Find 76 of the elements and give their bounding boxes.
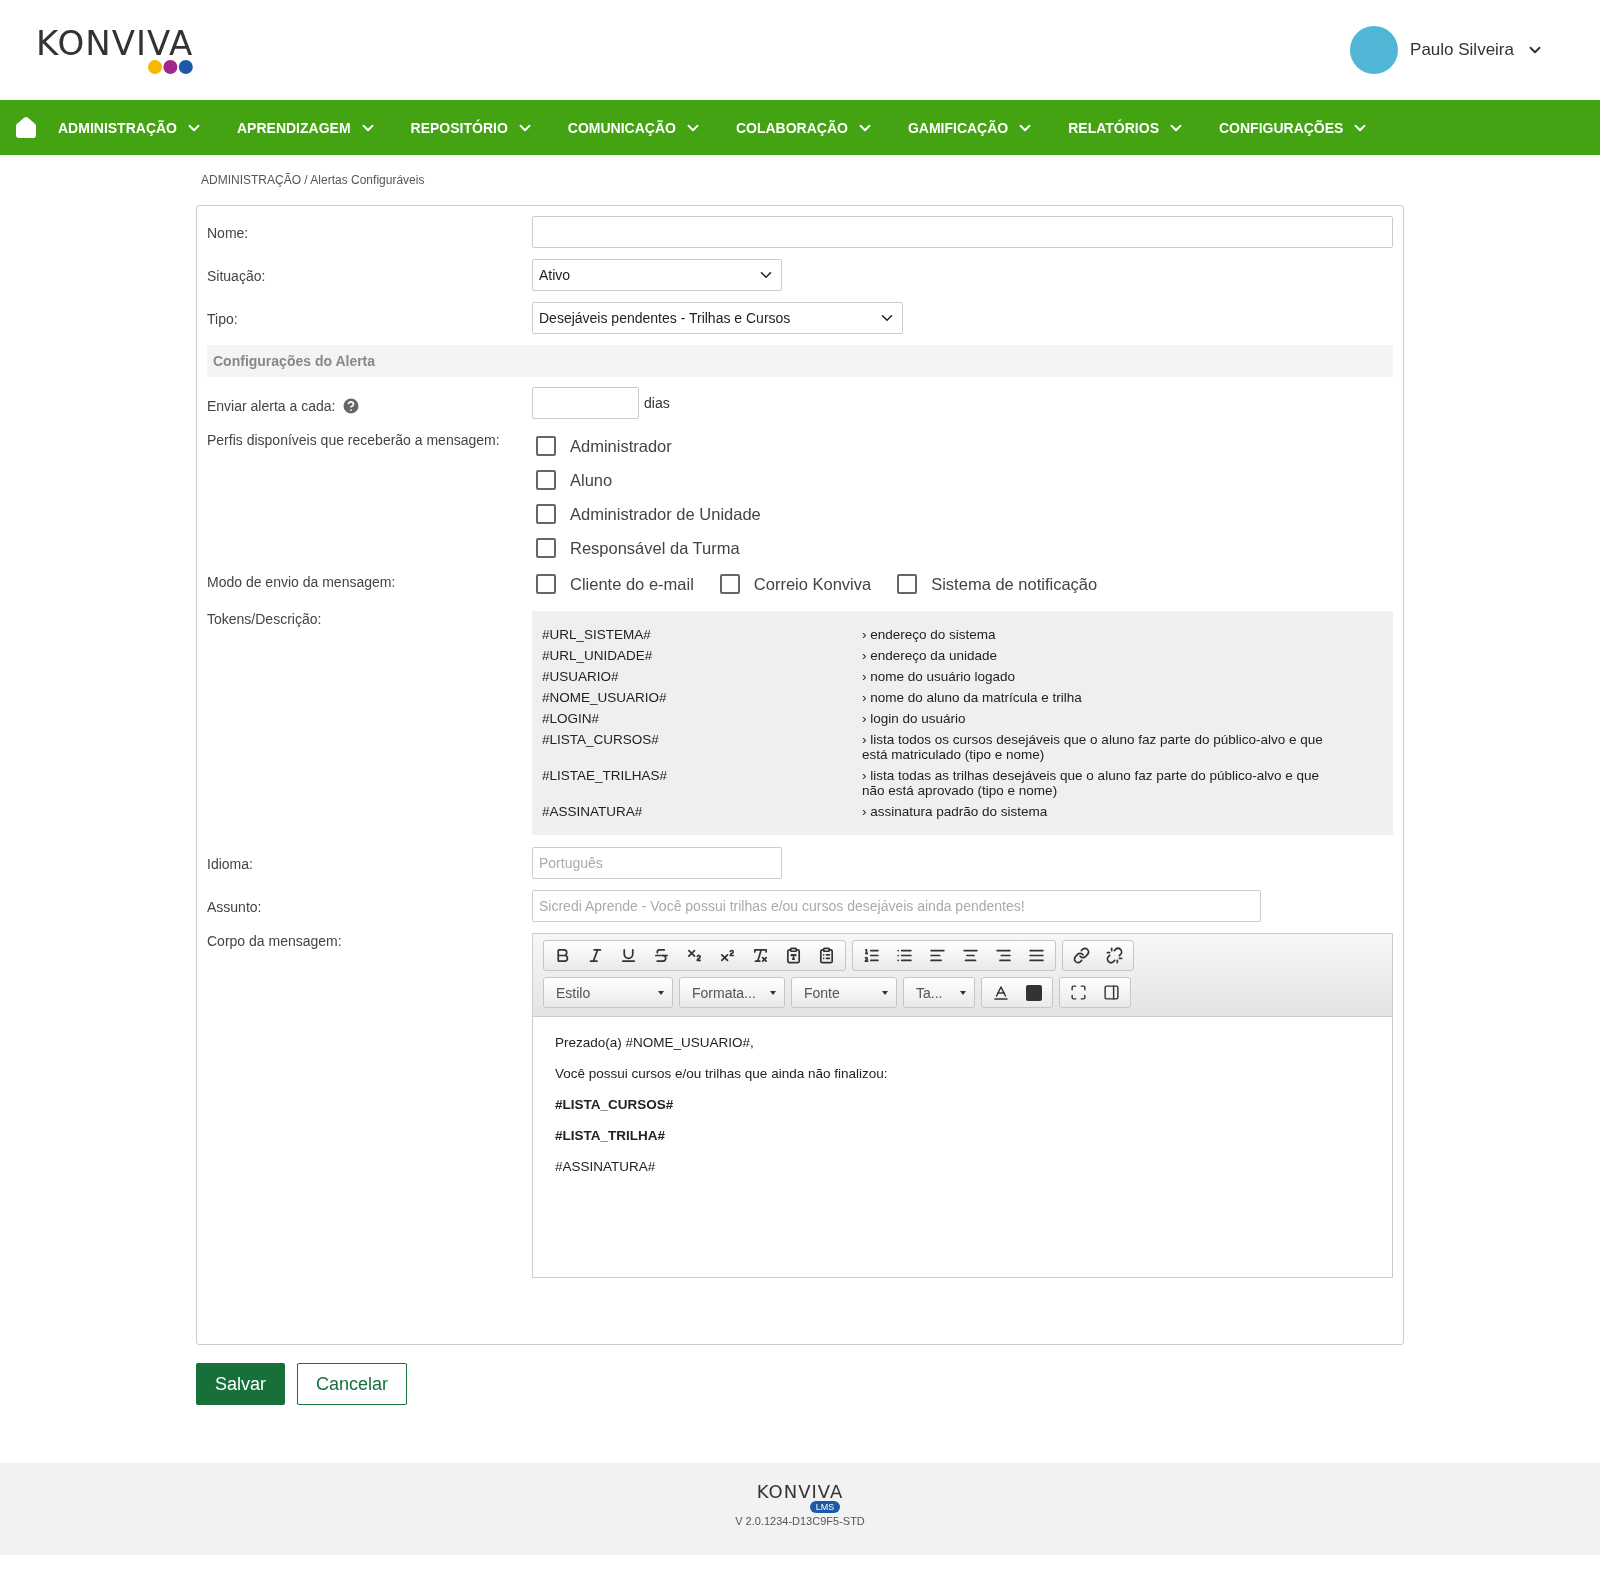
message-line: Você possui cursos e/ou trilhas que ainda não finalizou: xyxy=(555,1066,889,1081)
field-label: Corpo da mensagem: xyxy=(207,933,343,949)
help-icon[interactable] xyxy=(341,396,362,416)
checkbox[interactable] xyxy=(536,538,556,558)
token-name: #LISTAE_TRILHAS# xyxy=(542,768,669,785)
nav-menu-item[interactable]: COMUNICAÇÃO xyxy=(553,118,716,137)
field-label: Tokens/Descrição: xyxy=(207,611,323,627)
days-field[interactable] xyxy=(532,387,639,419)
unit-label: dias xyxy=(644,395,670,411)
checkbox[interactable] xyxy=(536,574,556,594)
token-description: › lista todas as trilhas desejáveis que o aluno faz parte do público-alvo e que não está aprovado (tipo e nome) xyxy=(862,768,1321,798)
token-name: #USUARIO# xyxy=(542,669,620,684)
message-line: #LISTA_TRILHA# xyxy=(555,1128,666,1143)
logo-text: KONVIVA xyxy=(36,26,194,60)
checkbox-label: Administrador de Unidade xyxy=(570,504,761,524)
token-description: › endereço do sistema xyxy=(862,627,997,642)
token-name: #ASSINATURA# xyxy=(542,804,644,819)
token-description: › nome do aluno da matrícula e trilha xyxy=(862,690,1083,705)
checkbox-label: Responsável da Turma xyxy=(570,538,740,558)
nav-menu-item[interactable]: RELATÓRIOS xyxy=(1054,118,1199,137)
checkbox-label: Cliente do e-mail xyxy=(570,574,694,594)
token-name: #NOME_USUARIO# xyxy=(542,690,668,705)
token-description: › endereço da unidade xyxy=(862,648,999,663)
home-icon[interactable] xyxy=(14,115,38,140)
field-label: Nome: xyxy=(207,224,250,241)
nav-menu-item[interactable]: COLABORAÇÃO xyxy=(721,118,888,137)
nav-menu-item[interactable]: ADMINISTRAÇÃO xyxy=(44,118,217,137)
cancel-button[interactable]: Cancelar xyxy=(297,1363,408,1405)
nav-menu-item[interactable]: CONFIGURAÇÕES xyxy=(1205,118,1384,137)
token-description: › lista todos os cursos desejáveis que o aluno faz parte do público-alvo e que está matriculado (tipo e nome) xyxy=(862,732,1324,762)
subject-field[interactable]: Sicredi Aprende - Você possui trilhas e/ou cursos desejáveis ainda pendentes! xyxy=(532,890,1261,922)
footer-logo-text: KONVIVA xyxy=(756,1483,844,1501)
checkbox[interactable] xyxy=(536,436,556,456)
type-select[interactable]: Desejáveis pendentes - Trilhas e Cursos xyxy=(532,302,903,334)
checkbox[interactable] xyxy=(897,574,918,594)
section-title: Configurações do Alerta xyxy=(213,353,376,369)
token-name: #URL_SISTEMA# xyxy=(542,627,652,642)
status-select[interactable]: Ativo xyxy=(532,259,782,291)
toolbar-dropdown[interactable]: Ta... xyxy=(903,977,975,1008)
checkbox-label: Sistema de notificação xyxy=(931,574,1098,594)
checkbox-label: Administrador xyxy=(570,436,672,456)
token-name: #LOGIN# xyxy=(542,711,601,726)
message-line: Prezado(a) #NOME_USUARIO#, xyxy=(555,1035,755,1050)
nav-menu-item[interactable]: REPOSITÓRIO xyxy=(396,118,548,137)
checkbox[interactable] xyxy=(536,470,556,490)
name-field[interactable] xyxy=(532,216,1393,248)
field-label: Idioma: xyxy=(207,855,254,872)
version-text: V 2.0.1234-D13C9F5-STD xyxy=(735,1515,865,1527)
message-line: #ASSINATURA# xyxy=(555,1159,657,1174)
token-description: › login do usuário xyxy=(862,711,967,726)
logo-dots-icon xyxy=(148,60,194,74)
field-label: Situação: xyxy=(207,267,267,284)
field-label: Perfis disponíveis que receberão a mensagem: xyxy=(207,431,501,448)
token-description: › assinatura padrão do sistema xyxy=(862,804,1049,819)
field-label: Modo de envio da mensagem: xyxy=(207,573,397,590)
save-button[interactable]: Salvar xyxy=(196,1363,286,1405)
checkbox[interactable] xyxy=(536,504,556,524)
token-name: #URL_UNIDADE# xyxy=(542,648,654,663)
checkbox-label: Aluno xyxy=(570,470,613,490)
token-name: #LISTA_CURSOS# xyxy=(542,732,660,749)
language-field[interactable]: Português xyxy=(532,847,782,879)
toolbar-dropdown[interactable]: Fonte xyxy=(791,977,897,1008)
field-label: Assunto: xyxy=(207,898,263,915)
checkbox-label: Correio Konviva xyxy=(753,574,872,594)
message-line: #LISTA_CURSOS# xyxy=(555,1097,675,1112)
lms-badge: LMS xyxy=(809,1501,841,1513)
toolbar-dropdown[interactable]: Formata... xyxy=(679,977,785,1008)
breadcrumb: ADMINISTRAÇÃO / Alertas Configuráveis xyxy=(200,172,426,189)
nav-menu-item[interactable]: GAMIFICAÇÃO xyxy=(893,118,1049,137)
user-name[interactable]: Paulo Silveira xyxy=(1410,40,1514,60)
toolbar-dropdown[interactable]: Estilo xyxy=(543,977,673,1008)
token-description: › nome do usuário logado xyxy=(862,669,1017,684)
checkbox[interactable] xyxy=(719,574,740,594)
field-label: Enviar alerta a cada: xyxy=(207,398,336,414)
field-label: Tipo: xyxy=(207,310,239,327)
nav-menu-item[interactable]: APRENDIZAGEM xyxy=(223,118,391,137)
